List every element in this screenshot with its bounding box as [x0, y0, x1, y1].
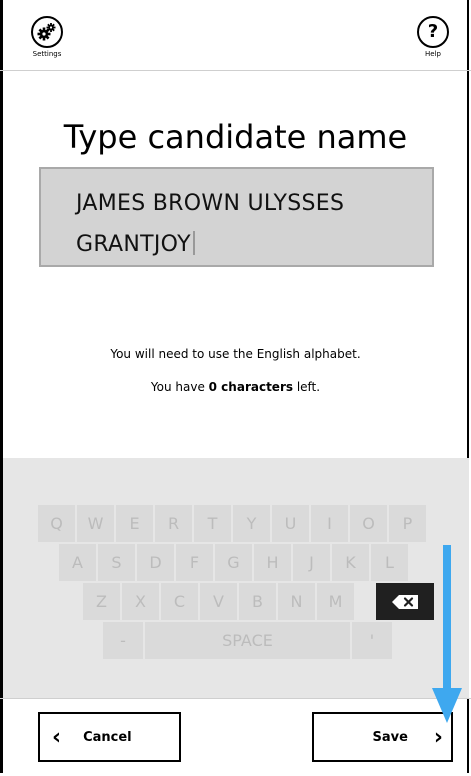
- key-l[interactable]: L: [371, 544, 408, 581]
- key-space[interactable]: SPACE: [145, 622, 350, 659]
- cancel-button[interactable]: ‹ Cancel: [38, 712, 181, 762]
- key-g[interactable]: G: [215, 544, 252, 581]
- key-i[interactable]: I: [311, 505, 348, 542]
- key-a[interactable]: A: [59, 544, 96, 581]
- key-j[interactable]: J: [293, 544, 330, 581]
- chevron-left-icon: ‹: [52, 724, 62, 750]
- remaining-count: 0 characters: [208, 380, 294, 394]
- cancel-label: Cancel: [83, 729, 132, 745]
- alphabet-hint: You will need to use the English alphabe…: [110, 347, 361, 361]
- key-w[interactable]: W: [77, 505, 114, 542]
- page-title: Type candidate name: [63, 118, 408, 156]
- remaining-characters-hint: You have 0 characters left.: [150, 380, 321, 394]
- key-c[interactable]: C: [161, 583, 198, 620]
- backspace-key[interactable]: [376, 583, 434, 620]
- key-h[interactable]: H: [254, 544, 291, 581]
- scroll-down-arrow-icon: [432, 545, 462, 723]
- key-v[interactable]: V: [200, 583, 237, 620]
- settings-button[interactable]: Settings: [26, 16, 68, 58]
- top-bar: Settings ? Help: [0, 0, 471, 71]
- key-t[interactable]: T: [194, 505, 231, 542]
- candidate-name-input[interactable]: JAMES BROWN ULYSSES GRANTJOY: [39, 167, 434, 267]
- key-p[interactable]: P: [389, 505, 426, 542]
- key-u[interactable]: U: [272, 505, 309, 542]
- key-b[interactable]: B: [239, 583, 276, 620]
- text-cursor: [192, 231, 195, 255]
- key-dash[interactable]: -: [103, 622, 143, 659]
- gear-icon: [31, 16, 63, 48]
- key-x[interactable]: X: [122, 583, 159, 620]
- key-m[interactable]: M: [317, 583, 354, 620]
- name-line-1: JAMES BROWN ULYSSES: [76, 191, 345, 216]
- key-k[interactable]: K: [332, 544, 369, 581]
- key-f[interactable]: F: [176, 544, 213, 581]
- key-e[interactable]: E: [116, 505, 153, 542]
- settings-label: Settings: [32, 50, 62, 58]
- question-icon: ?: [417, 16, 449, 48]
- key-apostrophe[interactable]: ': [352, 622, 392, 659]
- key-q[interactable]: Q: [38, 505, 75, 542]
- help-label: Help: [425, 50, 441, 58]
- help-button[interactable]: ? Help: [412, 16, 454, 58]
- key-d[interactable]: D: [137, 544, 174, 581]
- key-s[interactable]: S: [98, 544, 135, 581]
- key-z[interactable]: Z: [83, 583, 120, 620]
- key-r[interactable]: R: [155, 505, 192, 542]
- key-o[interactable]: O: [350, 505, 387, 542]
- save-label: Save: [372, 729, 408, 745]
- key-y[interactable]: Y: [233, 505, 270, 542]
- key-n[interactable]: N: [278, 583, 315, 620]
- on-screen-keyboard: Q W E R T Y U I O P A S D F G H J K L Z …: [3, 458, 469, 698]
- backspace-icon: [392, 594, 418, 609]
- name-line-2: GRANTJOY: [76, 224, 432, 265]
